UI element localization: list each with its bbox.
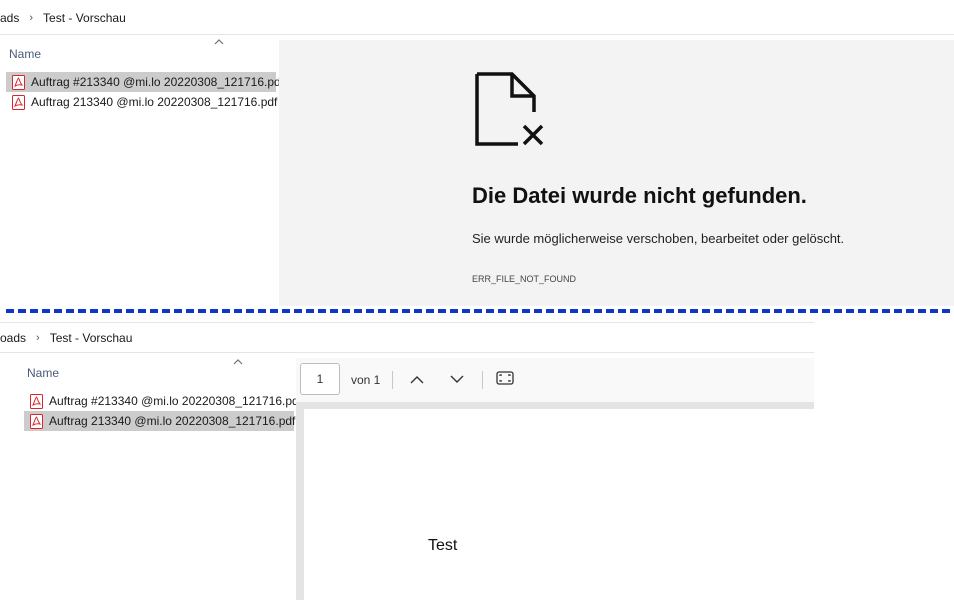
divider	[0, 352, 814, 353]
toolbar-separator	[482, 371, 483, 389]
breadcrumb-current[interactable]: Test - Vorschau	[50, 331, 133, 345]
list-item[interactable]: Auftrag #213340 @mi.lo 20220308_121716.p…	[6, 72, 284, 92]
file-list: Auftrag #213340 @mi.lo 20220308_121716.p…	[24, 391, 302, 431]
error-title: Die Datei wurde nicht gefunden.	[472, 183, 807, 208]
file-name: Auftrag 213340 @mi.lo 20220308_121716.pd…	[49, 414, 296, 428]
sort-chevron-up-icon[interactable]	[233, 355, 243, 369]
column-header-name[interactable]: Name	[27, 366, 59, 380]
error-code: ERR_FILE_NOT_FOUND	[472, 274, 577, 284]
chevron-up-icon	[410, 371, 424, 389]
pdf-toolbar: 1 von 1	[296, 358, 814, 402]
fit-to-page-button[interactable]	[493, 368, 517, 392]
page-number-input[interactable]: 1	[300, 363, 340, 395]
chevron-right-icon: ›	[36, 332, 40, 344]
breadcrumb-parent[interactable]: ads	[0, 11, 19, 25]
screenshot-separator	[6, 309, 950, 313]
pdf-page	[304, 409, 814, 600]
page-total-label: von 1	[351, 373, 381, 387]
pdf-file-icon	[30, 393, 43, 409]
breadcrumb-parent[interactable]: oads	[0, 331, 26, 345]
divider	[0, 34, 954, 35]
sort-chevron-up-icon[interactable]	[214, 35, 224, 49]
divider	[0, 322, 814, 323]
previous-page-button[interactable]	[405, 368, 429, 392]
error-subtitle: Sie wurde möglicherweise verschoben, bea…	[472, 231, 845, 246]
preview-pane	[279, 40, 954, 306]
toolbar-separator	[392, 371, 393, 389]
breadcrumb-current[interactable]: Test - Vorschau	[43, 11, 126, 25]
file-name: Auftrag 213340 @mi.lo 20220308_121716.pd…	[31, 95, 278, 109]
breadcrumb: ads › Test - Vorschau	[0, 11, 126, 25]
pdf-file-icon	[30, 413, 43, 429]
list-item[interactable]: Auftrag 213340 @mi.lo 20220308_121716.pd…	[6, 92, 278, 112]
list-item[interactable]: Auftrag #213340 @mi.lo 20220308_121716.p…	[24, 391, 302, 411]
fit-page-icon	[496, 370, 514, 390]
chevron-right-icon: ›	[29, 12, 34, 24]
chevron-down-icon	[450, 371, 464, 389]
column-header-name[interactable]: Name	[9, 47, 41, 61]
file-name: Auftrag #213340 @mi.lo 20220308_121716.p…	[49, 394, 303, 408]
pdf-file-icon	[12, 74, 25, 90]
breadcrumb: oads › Test - Vorschau	[0, 331, 132, 345]
pdf-file-icon	[12, 94, 25, 110]
next-page-button[interactable]	[445, 368, 469, 392]
file-name: Auftrag #213340 @mi.lo 20220308_121716.p…	[31, 75, 285, 89]
list-item[interactable]: Auftrag 213340 @mi.lo 20220308_121716.pd…	[24, 411, 296, 431]
pdf-page-text: Test	[428, 537, 458, 554]
file-list: Auftrag #213340 @mi.lo 20220308_121716.p…	[6, 72, 284, 112]
file-not-found-icon	[474, 72, 548, 153]
